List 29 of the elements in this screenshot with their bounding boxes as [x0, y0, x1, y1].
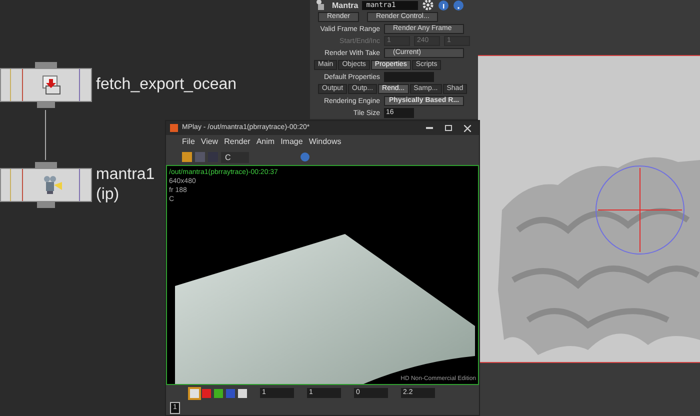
channel-swatch[interactable] — [202, 388, 211, 398]
channel-swatch[interactable] — [190, 388, 199, 398]
help-icon[interactable] — [438, 0, 450, 10]
help-icon[interactable] — [453, 0, 464, 10]
menu-item[interactable]: Image — [280, 136, 303, 148]
app-logo-icon — [170, 124, 178, 132]
node-tile[interactable] — [0, 168, 92, 202]
maximize-icon[interactable] — [445, 125, 452, 131]
channel-swatch[interactable] — [238, 388, 247, 398]
fetch-node-icon — [40, 74, 62, 96]
channel-swatch[interactable] — [214, 388, 223, 398]
node-label: mantra1 — [96, 165, 155, 185]
node-connector — [45, 110, 46, 160]
node-tile[interactable] — [0, 68, 92, 102]
input-port[interactable] — [35, 62, 57, 68]
menu-item[interactable]: Render — [224, 136, 250, 148]
menu-item[interactable]: Anim — [256, 136, 275, 148]
menu-item[interactable]: Windows — [308, 136, 342, 148]
menu-item[interactable]: View — [200, 136, 218, 148]
input-port[interactable] — [35, 162, 57, 168]
plane-dropdown[interactable]: C — [221, 152, 249, 162]
node-label: fetch_export_ocean — [96, 75, 237, 95]
node-label: (ip) — [96, 185, 120, 205]
menu-item[interactable]: File — [182, 136, 195, 148]
close-icon[interactable] — [464, 124, 471, 132]
node-type-label: Mantra — [332, 0, 358, 10]
input-field[interactable] — [384, 72, 434, 82]
gear-icon[interactable] — [422, 0, 434, 11]
channel-swatch[interactable] — [226, 388, 235, 398]
